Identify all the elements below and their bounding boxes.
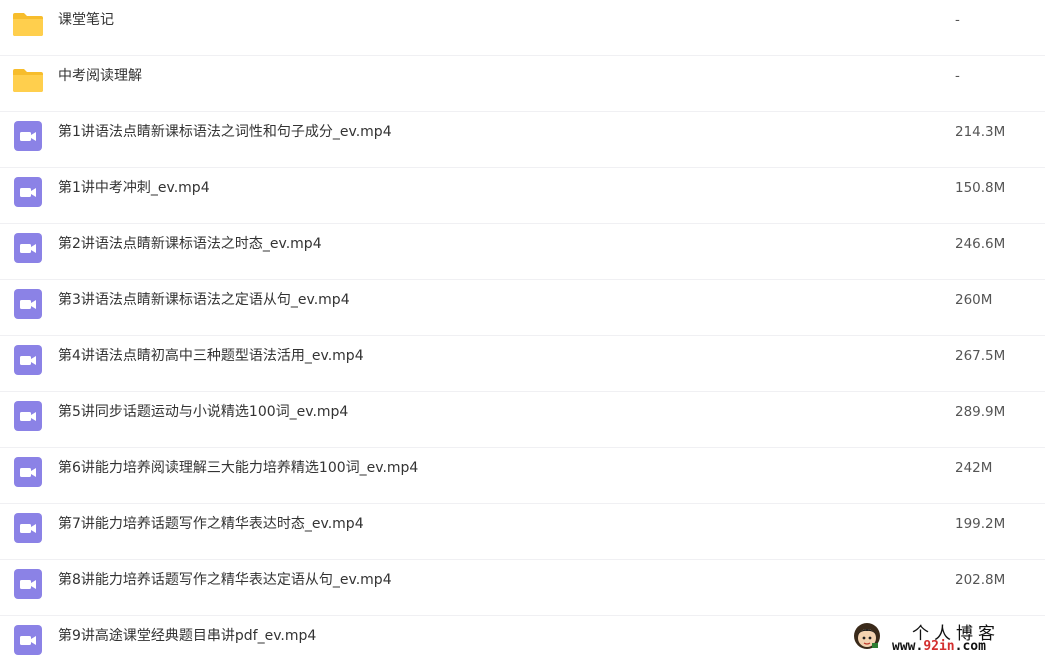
file-name[interactable]: 第9讲高途课堂经典题目串讲pdf_ev.mp4 bbox=[58, 616, 316, 656]
file-name[interactable]: 第1讲语法点睛新课标语法之词性和句子成分_ev.mp4 bbox=[58, 112, 392, 152]
list-item[interactable]: 第5讲同步话题运动与小说精选100词_ev.mp4 289.9M bbox=[0, 392, 1045, 448]
video-file-icon bbox=[11, 343, 45, 377]
file-name[interactable]: 第4讲语法点睛初高中三种题型语法活用_ev.mp4 bbox=[58, 336, 364, 376]
file-name[interactable]: 第5讲同步话题运动与小说精选100词_ev.mp4 bbox=[58, 392, 348, 432]
list-item[interactable]: 第8讲能力培养话题写作之精华表达定语从句_ev.mp4 202.8M bbox=[0, 560, 1045, 616]
video-file-icon bbox=[11, 567, 45, 601]
file-size: 242M bbox=[955, 460, 993, 476]
url-accent: 92in bbox=[923, 639, 955, 654]
file-list: 课堂笔记 - 中考阅读理解 - 第1讲语法点睛新课标语法之词性和句子成分_ev.… bbox=[0, 0, 1045, 672]
file-name[interactable]: 第6讲能力培养阅读理解三大能力培养精选100词_ev.mp4 bbox=[58, 448, 418, 488]
list-item[interactable]: 第2讲语法点睛新课标语法之时态_ev.mp4 246.6M bbox=[0, 224, 1045, 280]
video-file-icon bbox=[11, 231, 45, 265]
file-name[interactable]: 第2讲语法点睛新课标语法之时态_ev.mp4 bbox=[58, 224, 322, 264]
file-size: - bbox=[955, 12, 960, 28]
file-size: 246.6M bbox=[955, 236, 1006, 252]
list-item[interactable]: 第4讲语法点睛初高中三种题型语法活用_ev.mp4 267.5M bbox=[0, 336, 1045, 392]
file-size: 289.9M bbox=[955, 404, 1006, 420]
list-item[interactable]: 课堂笔记 - bbox=[0, 0, 1045, 56]
video-file-icon bbox=[11, 623, 45, 657]
file-size: - bbox=[955, 68, 960, 84]
list-item[interactable]: 中考阅读理解 - bbox=[0, 56, 1045, 112]
avatar-logo bbox=[852, 621, 882, 651]
video-file-icon bbox=[11, 119, 45, 153]
list-item[interactable]: 第6讲能力培养阅读理解三大能力培养精选100词_ev.mp4 242M bbox=[0, 448, 1045, 504]
video-file-icon bbox=[11, 455, 45, 489]
file-size: 214.3M bbox=[955, 124, 1006, 140]
video-file-icon bbox=[11, 287, 45, 321]
list-item[interactable]: 第1讲中考冲刺_ev.mp4 150.8M bbox=[0, 168, 1045, 224]
video-file-icon bbox=[11, 511, 45, 545]
list-item[interactable]: 第1讲语法点睛新课标语法之词性和句子成分_ev.mp4 214.3M bbox=[0, 112, 1045, 168]
video-file-icon bbox=[11, 175, 45, 209]
file-name[interactable]: 课堂笔记 bbox=[58, 0, 114, 40]
watermark: 个人博客 www.92in.com bbox=[852, 619, 1042, 657]
file-size: 267.5M bbox=[955, 348, 1006, 364]
url-prefix: www. bbox=[892, 639, 924, 654]
list-item[interactable]: 第7讲能力培养话题写作之精华表达时态_ev.mp4 199.2M bbox=[0, 504, 1045, 560]
file-size: 150.8M bbox=[955, 180, 1006, 196]
file-size: 260M bbox=[955, 292, 993, 308]
file-name[interactable]: 第8讲能力培养话题写作之精华表达定语从句_ev.mp4 bbox=[58, 560, 392, 600]
watermark-url: www.92in.com bbox=[892, 639, 986, 654]
file-size: 202.8M bbox=[955, 572, 1006, 588]
file-name[interactable]: 第7讲能力培养话题写作之精华表达时态_ev.mp4 bbox=[58, 504, 364, 544]
folder-icon bbox=[11, 7, 45, 41]
video-file-icon bbox=[11, 399, 45, 433]
folder-icon bbox=[11, 63, 45, 97]
url-suffix: .com bbox=[954, 639, 986, 654]
file-size: 199.2M bbox=[955, 516, 1006, 532]
file-name[interactable]: 中考阅读理解 bbox=[58, 56, 142, 96]
file-name[interactable]: 第1讲中考冲刺_ev.mp4 bbox=[58, 168, 210, 208]
list-item[interactable]: 第3讲语法点睛新课标语法之定语从句_ev.mp4 260M bbox=[0, 280, 1045, 336]
file-name[interactable]: 第3讲语法点睛新课标语法之定语从句_ev.mp4 bbox=[58, 280, 350, 320]
